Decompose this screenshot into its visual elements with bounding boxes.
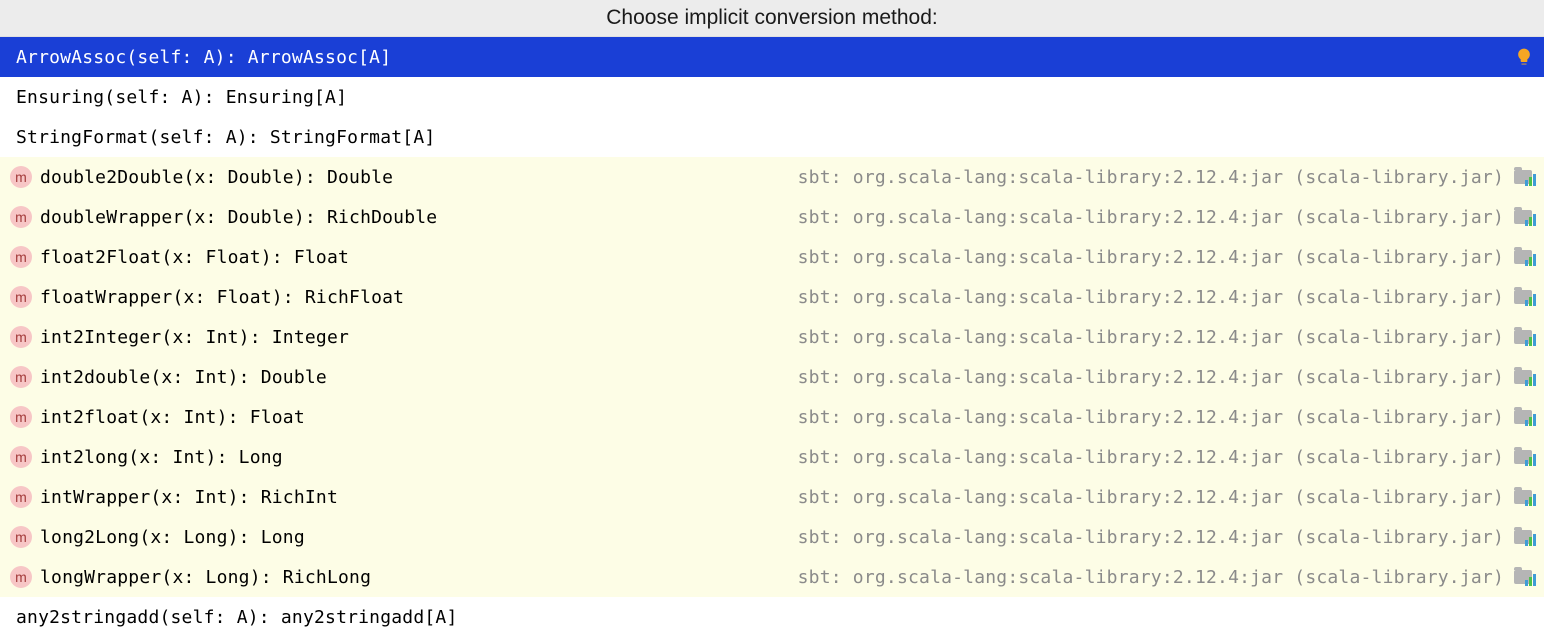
library-icon: [1514, 408, 1534, 426]
source-text: sbt: org.scala-lang:scala-library:2.12.4…: [798, 527, 1504, 548]
signature-text: float2Float(x: Float): Float: [40, 247, 349, 268]
suggestion-row[interactable]: m double2Double(x: Double): Double sbt: or…: [0, 157, 1544, 197]
signature-text: long2Long(x: Long): Long: [40, 527, 305, 548]
signature-text: int2Integer(x: Int): Integer: [40, 327, 349, 348]
method-icon: m: [10, 166, 32, 188]
suggestion-list: ArrowAssoc(self: A): ArrowAssoc[A] Ensuri…: [0, 37, 1544, 637]
library-icon: [1514, 448, 1534, 466]
method-icon: m: [10, 286, 32, 308]
suggestion-row[interactable]: m int2double(x: Int): Double sbt: org.scal…: [0, 357, 1544, 397]
library-icon: [1514, 248, 1534, 266]
signature-text: int2float(x: Int): Float: [40, 407, 305, 428]
method-icon: m: [10, 446, 32, 468]
suggestion-row[interactable]: m float2Float(x: Float): Float sbt: org.sc…: [0, 237, 1544, 277]
source-text: sbt: org.scala-lang:scala-library:2.12.4…: [798, 487, 1504, 508]
suggestion-row[interactable]: ArrowAssoc(self: A): ArrowAssoc[A]: [0, 37, 1544, 77]
source-text: sbt: org.scala-lang:scala-library:2.12.4…: [798, 167, 1504, 188]
signature-text: intWrapper(x: Int): RichInt: [40, 487, 338, 508]
library-icon: [1514, 568, 1534, 586]
method-icon: m: [10, 366, 32, 388]
signature-text: any2stringadd(self: A): any2stringadd[A]: [16, 607, 457, 628]
suggestion-row[interactable]: m intWrapper(x: Int): RichInt sbt: org.sca…: [0, 477, 1544, 517]
source-text: sbt: org.scala-lang:scala-library:2.12.4…: [798, 407, 1504, 428]
signature-text: int2double(x: Int): Double: [40, 367, 327, 388]
suggestion-row[interactable]: m doubleWrapper(x: Double): RichDouble sbt…: [0, 197, 1544, 237]
source-text: sbt: org.scala-lang:scala-library:2.12.4…: [798, 327, 1504, 348]
signature-text: longWrapper(x: Long): RichLong: [40, 567, 371, 588]
suggestion-row[interactable]: m long2Long(x: Long): Long sbt: org.scala-…: [0, 517, 1544, 557]
suggestion-row[interactable]: any2stringadd(self: A): any2stringadd[A]: [0, 597, 1544, 637]
library-icon: [1514, 488, 1534, 506]
signature-text: doubleWrapper(x: Double): RichDouble: [40, 207, 437, 228]
source-text: sbt: org.scala-lang:scala-library:2.12.4…: [798, 247, 1504, 268]
signature-text: ArrowAssoc(self: A): ArrowAssoc[A]: [16, 47, 391, 68]
suggestion-row[interactable]: m floatWrapper(x: Float): RichFloat sbt: o…: [0, 277, 1544, 317]
method-icon: m: [10, 206, 32, 228]
method-icon: m: [10, 486, 32, 508]
method-icon: m: [10, 526, 32, 548]
suggestion-row[interactable]: Ensuring(self: A): Ensuring[A]: [0, 77, 1544, 117]
library-icon: [1514, 528, 1534, 546]
signature-text: double2Double(x: Double): Double: [40, 167, 393, 188]
library-icon: [1514, 328, 1534, 346]
signature-text: StringFormat(self: A): StringFormat[A]: [16, 127, 435, 148]
library-icon: [1514, 168, 1534, 186]
signature-text: Ensuring(self: A): Ensuring[A]: [16, 87, 347, 108]
suggestion-row[interactable]: m int2long(x: Int): Long sbt: org.scala-la…: [0, 437, 1544, 477]
method-icon: m: [10, 246, 32, 268]
method-icon: m: [10, 326, 32, 348]
library-icon: [1514, 368, 1534, 386]
suggestion-row[interactable]: m int2float(x: Int): Float sbt: org.scala-…: [0, 397, 1544, 437]
library-icon: [1514, 288, 1534, 306]
popup-title: Choose implicit conversion method:: [0, 0, 1544, 37]
library-icon: [1514, 208, 1534, 226]
suggestion-row[interactable]: m int2Integer(x: Int): Integer sbt: org.sc…: [0, 317, 1544, 357]
method-icon: m: [10, 406, 32, 428]
source-text: sbt: org.scala-lang:scala-library:2.12.4…: [798, 287, 1504, 308]
suggestion-row[interactable]: m longWrapper(x: Long): RichLong sbt: org.…: [0, 557, 1544, 597]
signature-text: floatWrapper(x: Float): RichFloat: [40, 287, 404, 308]
signature-text: int2long(x: Int): Long: [40, 447, 283, 468]
suggestion-row[interactable]: StringFormat(self: A): StringFormat[A]: [0, 117, 1544, 157]
method-icon: m: [10, 566, 32, 588]
source-text: sbt: org.scala-lang:scala-library:2.12.4…: [798, 367, 1504, 388]
source-text: sbt: org.scala-lang:scala-library:2.12.4…: [798, 567, 1504, 588]
lightbulb-icon[interactable]: [1514, 47, 1534, 67]
source-text: sbt: org.scala-lang:scala-library:2.12.4…: [798, 207, 1504, 228]
source-text: sbt: org.scala-lang:scala-library:2.12.4…: [798, 447, 1504, 468]
